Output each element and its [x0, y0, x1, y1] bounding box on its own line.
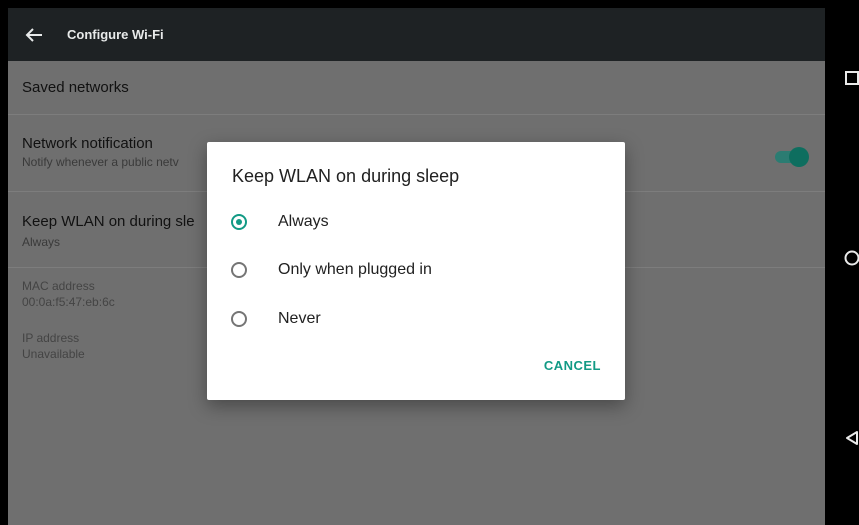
ip-address-value: Unavailable: [22, 347, 85, 361]
ip-address-label: IP address: [22, 331, 80, 345]
keep-wlan-dialog: Keep WLAN on during sleep Always Only wh…: [207, 142, 625, 400]
navigation-bar: [825, 0, 859, 525]
network-notification-title: Network notification: [22, 135, 153, 152]
option-label: Always: [278, 213, 329, 230]
mac-address-label: MAC address: [22, 279, 95, 293]
radio-unchecked-icon[interactable]: [231, 311, 247, 327]
network-notification-subtitle: Notify whenever a public netv: [22, 155, 179, 169]
toolbar: Configure Wi-Fi: [8, 8, 825, 61]
option-always[interactable]: Always: [231, 202, 601, 242]
option-label: Only when plugged in: [278, 261, 432, 278]
radio-checked-icon[interactable]: [231, 214, 247, 230]
saved-networks-label: Saved networks: [22, 79, 129, 96]
toggle-thumb: [789, 147, 809, 167]
mac-address-value: 00:0a:f5:47:eb:6c: [22, 295, 115, 309]
keep-wlan-subtitle: Always: [22, 235, 61, 249]
dialog-title: Keep WLAN on during sleep: [232, 166, 460, 186]
home-circle-icon[interactable]: [842, 248, 859, 268]
keep-wlan-title: Keep WLAN on during sle: [22, 213, 195, 230]
option-only-when-plugged-in[interactable]: Only when plugged in: [231, 250, 601, 290]
radio-unchecked-icon[interactable]: [231, 262, 247, 278]
back-arrow-icon[interactable]: [23, 24, 45, 46]
option-never[interactable]: Never: [231, 299, 601, 339]
toolbar-title: Configure Wi-Fi: [67, 27, 164, 42]
cancel-button[interactable]: CANCEL: [544, 358, 601, 373]
network-notification-toggle[interactable]: [775, 145, 809, 167]
recents-square-icon[interactable]: [842, 68, 859, 88]
saved-networks-row[interactable]: Saved networks: [8, 61, 825, 115]
option-label: Never: [278, 310, 321, 327]
back-triangle-icon[interactable]: [842, 428, 859, 448]
